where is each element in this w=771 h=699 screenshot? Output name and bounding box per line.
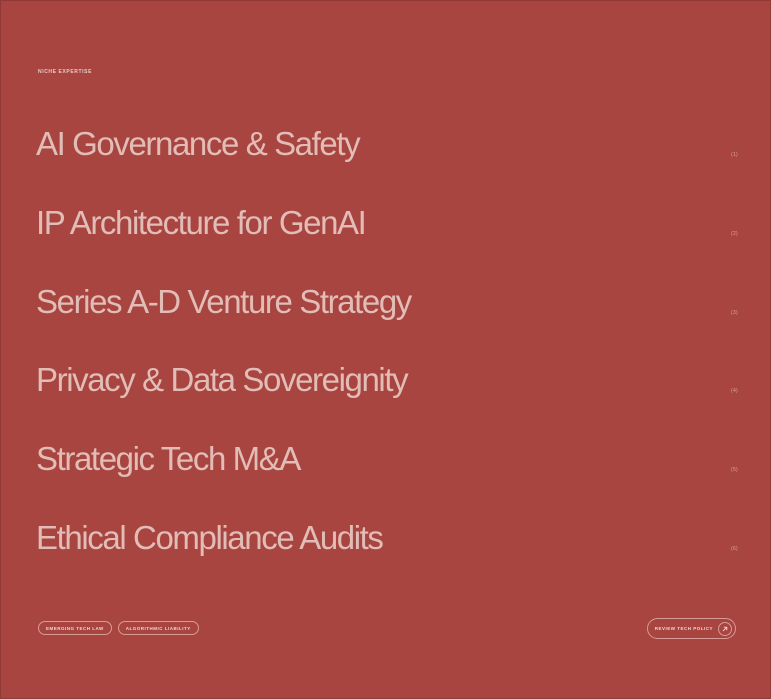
- footer: EMERGING TECH LAW ALGORITHMIC LIABILITY …: [38, 618, 736, 640]
- expertise-item[interactable]: Strategic Tech M&A (5): [36, 434, 738, 513]
- tag-emerging-tech-law[interactable]: EMERGING TECH LAW: [38, 621, 112, 635]
- arrow-up-right-icon: [718, 621, 732, 636]
- expertise-title: AI Governance & Safety: [36, 125, 361, 162]
- tag-list: EMERGING TECH LAW ALGORITHMIC LIABILITY: [38, 621, 199, 635]
- expertise-number: (2): [730, 230, 738, 237]
- expertise-number: (6): [730, 545, 738, 552]
- section-eyebrow: NICHE EXPERTISE: [38, 69, 93, 75]
- review-tech-policy-button[interactable]: REVIEW TECH POLICY: [646, 618, 736, 639]
- expertise-item[interactable]: Series A-D Venture Strategy (3): [36, 277, 738, 356]
- expertise-item[interactable]: Privacy & Data Sovereignity (4): [36, 355, 738, 434]
- expertise-title: Strategic Tech M&A: [36, 440, 301, 478]
- expertise-title: Privacy & Data Sovereignity: [36, 361, 409, 399]
- expertise-list: AI Governance & Safety (1) IP Architectu…: [36, 119, 738, 592]
- expertise-title: Ethical Compliance Audits: [36, 518, 384, 556]
- expertise-title: IP Architecture for GenAI: [36, 203, 367, 241]
- expertise-title: Series A-D Venture Strategy: [36, 282, 412, 320]
- expertise-number: (1): [730, 152, 738, 158]
- expertise-item[interactable]: IP Architecture for GenAI (2): [36, 198, 738, 277]
- expertise-number: (4): [730, 388, 738, 395]
- expertise-number: (3): [730, 309, 738, 316]
- expertise-item[interactable]: AI Governance & Safety (1): [36, 119, 738, 198]
- cta-label: REVIEW TECH POLICY: [654, 626, 713, 631]
- tag-algorithmic-liability[interactable]: ALGORITHMIC LIABILITY: [117, 621, 199, 635]
- expertise-number: (5): [730, 467, 738, 474]
- expertise-item[interactable]: Ethical Compliance Audits (6): [36, 513, 738, 592]
